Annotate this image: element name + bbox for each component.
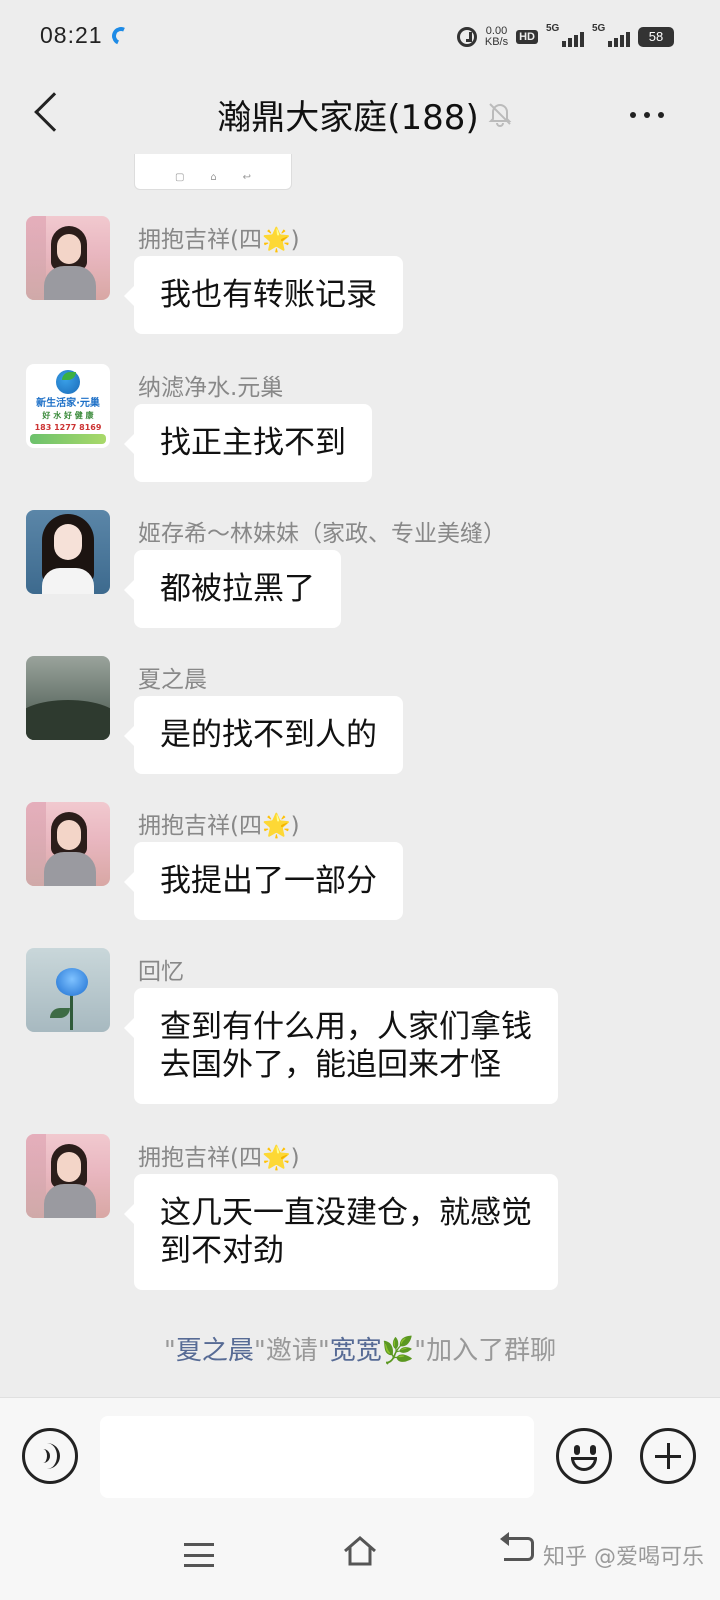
misty-landscape-avatar[interactable] [26, 656, 110, 740]
message-line: 去国外了，能追回来才怪 [160, 1047, 501, 1083]
avatar-logo-slogan: 好 水 好 健 康 [42, 411, 94, 420]
system-nav-bar: 知乎 @爱喝可乐 [0, 1513, 720, 1600]
voice-icon[interactable] [22, 1428, 78, 1484]
chat-messages[interactable]: ▢ ⌂ ↩ 拥抱吉祥(四🌟) 我也有转账记录 新生活家·元巢 好 水 好 健 康 1… [0, 154, 720, 1397]
message-bubble[interactable]: 这几天一直没建仓，就感觉 到不对劲 [124, 1174, 558, 1290]
mute-icon [488, 103, 512, 127]
more-icon[interactable] [630, 112, 664, 118]
back-nav-icon[interactable] [500, 1532, 534, 1561]
inviter-link[interactable]: 夏之晨 [176, 1336, 254, 1366]
input-bar [0, 1397, 720, 1513]
woman-avatar[interactable] [26, 1134, 110, 1218]
woman-avatar[interactable] [26, 216, 110, 300]
water-logo-avatar[interactable]: 新生活家·元巢 好 水 好 健 康 183 1277 8169 [26, 364, 110, 448]
status-bar: 08:21 0.00 KB/s HD 5G 5G 58 [0, 0, 720, 74]
hd-icon: HD [516, 30, 538, 44]
message-bubble[interactable]: 我提出了一部分 [124, 842, 403, 920]
sender-name: 回忆 [138, 959, 184, 985]
woman-avatar[interactable] [26, 802, 110, 886]
previous-message-image[interactable]: ▢ ⌂ ↩ [134, 154, 292, 190]
home-icon[interactable] [342, 1535, 378, 1567]
plus-icon[interactable] [640, 1428, 696, 1484]
message-bubble[interactable]: 都被拉黑了 [124, 550, 341, 628]
sender-name: 纳滤净水.元巢 [138, 375, 284, 401]
signal-icon-sim1: 5G [546, 23, 584, 47]
sim1-label: 5G [546, 23, 560, 34]
sender-name: 夏之晨 [138, 667, 207, 693]
chat-header: 瀚鼎大家庭(188) [0, 74, 720, 154]
sender-name: 拥抱吉祥(四🌟) [138, 1145, 300, 1171]
status-icons: 0.00 KB/s HD 5G 5G 58 [456, 22, 674, 52]
message-bubble[interactable]: 查到有什么用，人家们拿钱 去国外了，能追回来才怪 [124, 988, 558, 1104]
sender-name: 拥抱吉祥(四🌟) [138, 227, 300, 253]
sender-name: 拥抱吉祥(四🌟) [138, 813, 300, 839]
battery-icon: 58 [638, 27, 674, 47]
system-text: "邀请" [253, 1336, 330, 1366]
emoji-icon[interactable] [556, 1428, 612, 1484]
invitee-link[interactable]: 宽宽🌿 [330, 1336, 414, 1366]
system-message: "夏之晨"邀请"宽宽🌿"加入了群聊 [0, 1330, 720, 1367]
status-time: 08:21 [40, 22, 103, 48]
net-speed: 0.00 KB/s [485, 26, 508, 48]
message-line: 这几天一直没建仓，就感觉 [160, 1195, 532, 1231]
sender-name: 姬存希～林妹妹（家政、专业美缝） [138, 521, 506, 547]
alarm-icon [456, 27, 477, 47]
message-bubble[interactable]: 是的找不到人的 [124, 696, 403, 774]
message-bubble[interactable]: 找正主找不到 [124, 404, 372, 482]
net-speed-unit: KB/s [484, 36, 509, 48]
woman-avatar[interactable] [26, 510, 110, 594]
message-line: 到不对劲 [160, 1233, 284, 1269]
message-bubble[interactable]: 我也有转账记录 [124, 256, 403, 334]
menu-icon[interactable] [184, 1543, 214, 1567]
watermark: 知乎 @爱喝可乐 [543, 1545, 704, 1570]
blue-rose-avatar[interactable] [26, 948, 110, 1032]
system-text: "加入了群聊 [414, 1336, 557, 1366]
sync-icon [109, 24, 133, 48]
signal-icon-sim2: 5G [592, 23, 630, 47]
message-input[interactable] [100, 1416, 534, 1498]
sim2-label: 5G [592, 23, 606, 34]
avatar-logo-text: 新生活家·元巢 [36, 398, 100, 409]
chat-title: 瀚鼎大家庭(188) [217, 98, 479, 138]
system-text: " [163, 1336, 176, 1366]
avatar-logo-phone: 183 1277 8169 [34, 423, 102, 432]
message-line: 查到有什么用，人家们拿钱 [160, 1009, 532, 1045]
